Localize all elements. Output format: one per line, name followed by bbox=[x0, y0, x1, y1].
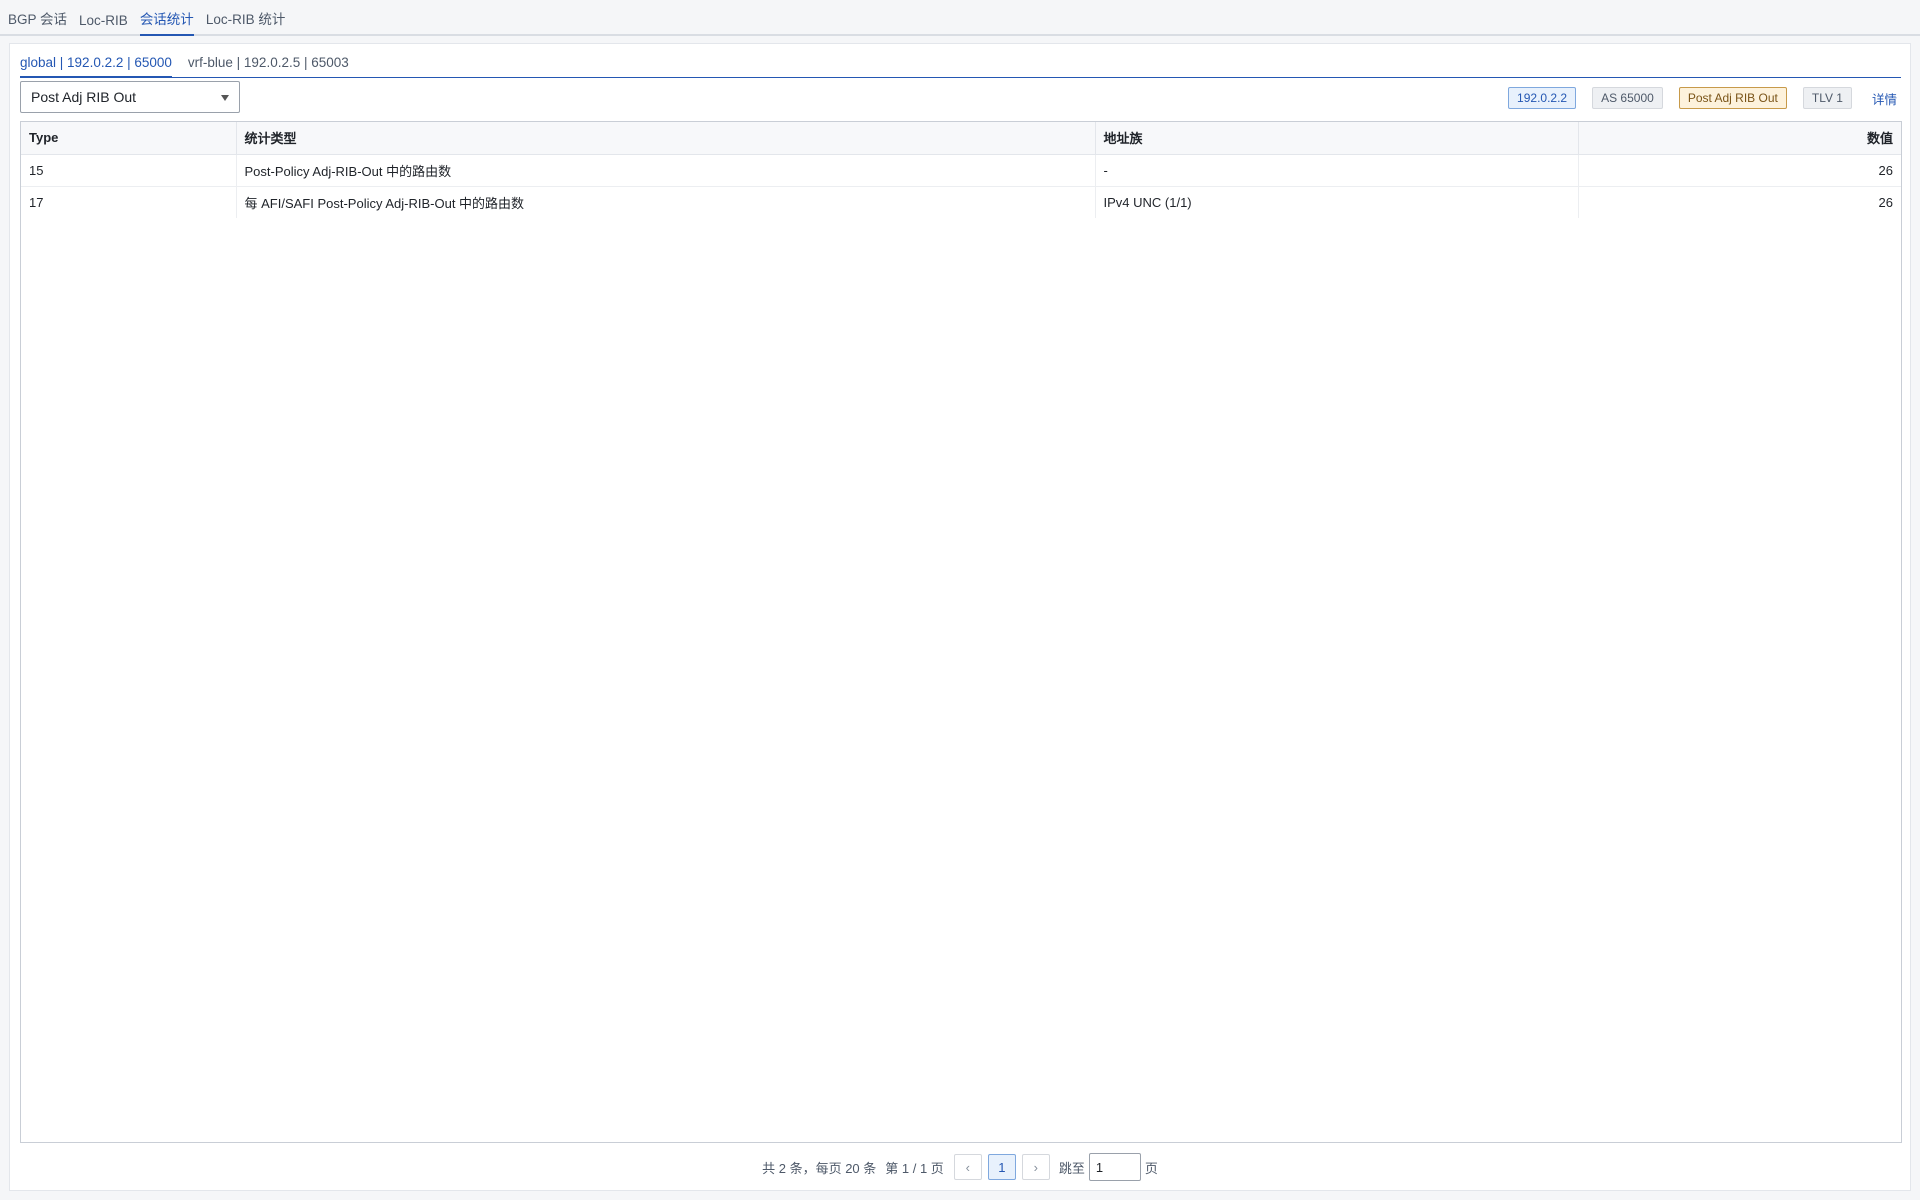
cell-type: 17 bbox=[21, 186, 237, 218]
page-suffix-label: 页 bbox=[1144, 1160, 1158, 1176]
cell-stat-type: 每 AFI/SAFI Post-Policy Adj-RIB-Out 中的路由数 bbox=[236, 186, 1096, 218]
tab-loc-rib-stats[interactable]: Loc-RIB 统计 bbox=[206, 8, 286, 36]
stats-table-container: Type 统计类型 地址族 数值 15 Post-Policy Adj-RIB-… bbox=[20, 121, 1902, 1143]
column-header-type[interactable]: Type bbox=[21, 122, 237, 155]
info-badges: 192.0.2.2 AS 65000 Post Adj RIB Out TLV … bbox=[1492, 87, 1897, 109]
table-row: 15 Post-Policy Adj-RIB-Out 中的路由数 - 26 bbox=[21, 154, 1901, 187]
tab-peer-global[interactable]: global | 192.0.2.2 | 65000 bbox=[20, 55, 172, 78]
peer-ip-badge: 192.0.2.2 bbox=[1508, 87, 1577, 109]
pagination-summary: 共 2 条，每页 20 条 bbox=[762, 1160, 877, 1176]
next-page-button[interactable]: › bbox=[1021, 1154, 1050, 1180]
toolbar: Post Adj RIB Out 192.0.2.2 AS 65000 Post… bbox=[20, 81, 1901, 114]
stats-panel: global | 192.0.2.2 | 65000 vrf-blue | 19… bbox=[9, 43, 1911, 1191]
tab-session-stats[interactable]: 会话统计 bbox=[139, 8, 194, 36]
cell-type: 15 bbox=[21, 154, 237, 187]
chevron-down-icon bbox=[221, 95, 229, 101]
asn-badge: AS 65000 bbox=[1592, 87, 1663, 109]
jump-label: 跳至 bbox=[1058, 1160, 1085, 1176]
column-header-stat-type[interactable]: 统计类型 bbox=[236, 122, 1096, 155]
prev-page-button[interactable]: ‹ bbox=[953, 1154, 982, 1180]
table-header-row: Type 统计类型 地址族 数值 bbox=[21, 122, 1901, 155]
rib-type-badge: Post Adj RIB Out bbox=[1678, 87, 1787, 109]
cell-address-family: IPv4 UNC (1/1) bbox=[1095, 186, 1579, 218]
column-header-value[interactable]: 数值 bbox=[1578, 122, 1901, 155]
column-header-address-family[interactable]: 地址族 bbox=[1095, 122, 1579, 155]
jump-page-input[interactable]: 1 bbox=[1088, 1153, 1141, 1181]
top-tab-bar: BGP 会话 Loc-RIB 会话统计 Loc-RIB 统计 bbox=[0, 0, 1920, 36]
page-button-1[interactable]: 1 bbox=[987, 1154, 1016, 1180]
table-row: 17 每 AFI/SAFI Post-Policy Adj-RIB-Out 中的… bbox=[21, 186, 1901, 218]
peer-tab-bar: global | 192.0.2.2 | 65000 vrf-blue | 19… bbox=[20, 44, 1901, 78]
tab-peer-vrf-blue[interactable]: vrf-blue | 192.0.2.5 | 65003 bbox=[188, 55, 349, 78]
pagination-page-info: 第 1 / 1 页 bbox=[885, 1160, 944, 1176]
pagination: 共 2 条，每页 20 条 第 1 / 1 页 ‹ 1 › 跳至 1 页 bbox=[10, 1152, 1910, 1182]
cell-value: 26 bbox=[1578, 154, 1901, 187]
tab-loc-rib[interactable]: Loc-RIB bbox=[79, 13, 128, 36]
rib-type-select-value: Post Adj RIB Out bbox=[31, 89, 137, 105]
detail-link[interactable]: 详情 bbox=[1872, 89, 1897, 108]
tlv-badge: TLV 1 bbox=[1802, 87, 1852, 109]
stats-table: Type 统计类型 地址族 数值 15 Post-Policy Adj-RIB-… bbox=[21, 122, 1901, 218]
tab-bgp-sessions[interactable]: BGP 会话 bbox=[8, 8, 67, 36]
cell-address-family: - bbox=[1095, 154, 1579, 187]
cell-value: 26 bbox=[1878, 194, 1893, 210]
rib-type-select[interactable]: Post Adj RIB Out bbox=[20, 81, 240, 113]
cell-stat-type: Post-Policy Adj-RIB-Out 中的路由数 bbox=[236, 154, 1096, 187]
